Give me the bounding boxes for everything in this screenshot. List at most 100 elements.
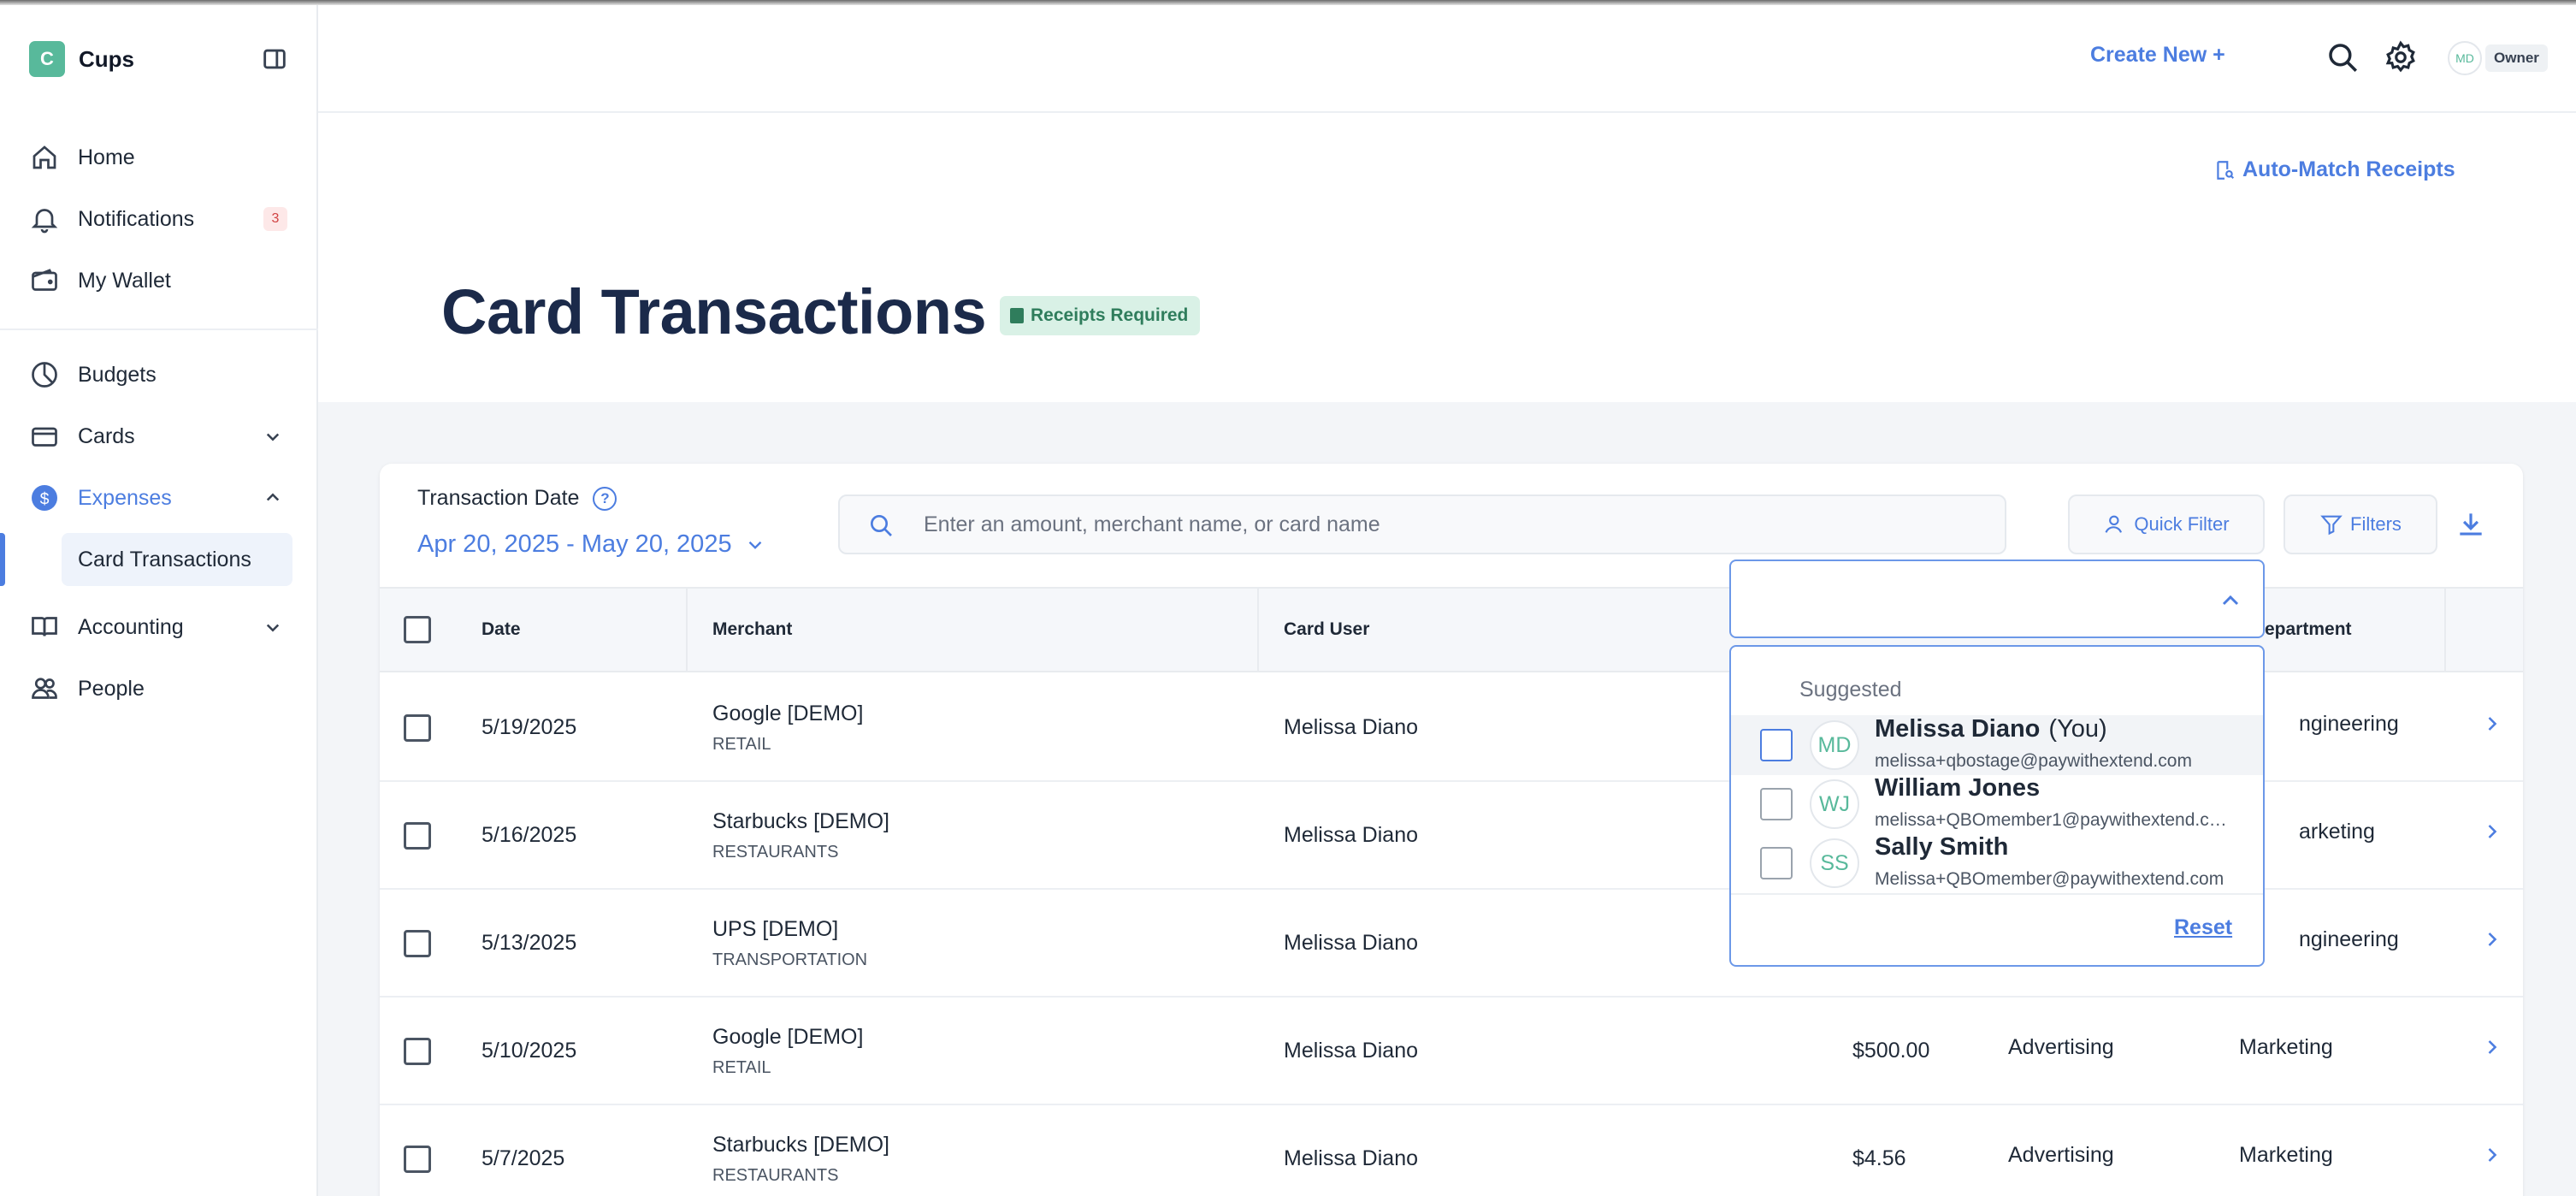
option-checkbox[interactable] <box>1760 788 1793 820</box>
sidebar-item-expenses[interactable]: $ Expenses <box>0 467 318 529</box>
search-icon[interactable] <box>2325 39 2360 75</box>
sidebar-item-home[interactable]: Home <box>0 127 318 188</box>
filters-button[interactable]: Filters <box>2284 494 2437 554</box>
create-new-button[interactable]: Create New + <box>2090 43 2225 68</box>
department-cell: Marketing <box>2239 1143 2333 1167</box>
merchant-name: Starbucks [DEMO] <box>712 1133 889 1157</box>
option-checkbox[interactable] <box>1760 729 1793 761</box>
filters-label: Filters <box>2350 513 2402 535</box>
row-checkbox[interactable] <box>404 714 431 742</box>
avatar[interactable]: MD <box>2448 41 2482 75</box>
avatar: WJ <box>1810 779 1859 829</box>
home-icon <box>32 145 56 169</box>
column-header-merchant[interactable]: Merchant <box>712 619 792 640</box>
sidebar-item-accounting[interactable]: Accounting <box>0 596 318 658</box>
transaction-date-text: Transaction Date <box>417 486 580 510</box>
date-cell: 5/7/2025 <box>482 1146 565 1170</box>
chevron-right-icon[interactable] <box>2480 712 2504 736</box>
merchant-category: RESTAURANTS <box>712 843 839 861</box>
chevron-up-icon <box>266 493 280 501</box>
date-range-picker[interactable]: Apr 20, 2025 - May 20, 2025 <box>417 530 766 559</box>
card-user-dropdown: Suggested MD Melissa Diano (You) melissa+… <box>1729 645 2265 967</box>
sidebar-item-cards[interactable]: Cards <box>0 406 318 467</box>
sidebar-item-label: Expenses <box>78 485 172 510</box>
merchant-cell: UPS [DEMO] TRANSPORTATION <box>712 917 867 970</box>
sidebar-item-people[interactable]: People <box>0 658 318 719</box>
dropdown-option-sally-smith[interactable]: SS Sally Smith Melissa+QBOmember@paywith… <box>1731 833 2263 893</box>
chevron-right-icon[interactable] <box>2480 1143 2504 1167</box>
row-checkbox[interactable] <box>404 1038 431 1065</box>
search-input[interactable] <box>924 505 1984 544</box>
top-header <box>318 0 2576 113</box>
date-cell: 5/19/2025 <box>482 715 577 739</box>
row-checkbox[interactable] <box>404 930 431 957</box>
role-badge: Owner <box>2485 44 2548 72</box>
pie-chart-icon <box>32 362 57 388</box>
bell-icon <box>31 209 58 234</box>
card-user-cell: Melissa Diano <box>1284 931 1419 955</box>
receipt-search-icon <box>2217 160 2235 180</box>
chevron-right-icon[interactable] <box>2480 927 2504 951</box>
sidebar-item-card-transactions[interactable]: Card Transactions <box>62 533 292 586</box>
chevron-right-icon[interactable] <box>2480 1035 2504 1059</box>
merchant-cell: Google [DEMO] RETAIL <box>712 1025 863 1078</box>
column-header-card-user[interactable]: Card User <box>1284 619 1369 640</box>
table-row[interactable]: 5/10/2025 Google [DEMO] RETAIL Melissa Di… <box>380 998 2523 1105</box>
chevron-down-icon <box>266 433 280 441</box>
table-row[interactable]: 5/7/2025 Starbucks [DEMO] RESTAURANTS Mel… <box>380 1105 2523 1196</box>
sidebar-item-label: People <box>78 676 145 701</box>
sidebar-item-label: Budgets <box>78 362 157 387</box>
search-icon <box>871 515 892 536</box>
sidebar-toggle-icon[interactable] <box>260 44 289 74</box>
download-icon[interactable] <box>2455 508 2487 541</box>
sidebar-item-label: Home <box>78 145 135 169</box>
card-user-cell: Melissa Diano <box>1284 715 1419 739</box>
brand-name: Cups <box>79 45 134 72</box>
reset-button[interactable]: Reset <box>2174 915 2232 940</box>
merchant-name: Google [DEMO] <box>712 1025 864 1049</box>
select-all-checkbox[interactable] <box>404 616 431 643</box>
sidebar-item-my-wallet[interactable]: My Wallet <box>0 250 318 311</box>
column-separator <box>1257 589 1259 671</box>
amount-cell: $500.00 <box>1852 1039 1930 1063</box>
merchant-name: Google [DEMO] <box>712 702 864 725</box>
date-range-value: Apr 20, 2025 - May 20, 2025 <box>417 530 732 558</box>
option-name: Sally Smith <box>1875 833 2009 861</box>
dropdown-option-melissa-diano[interactable]: MD Melissa Diano (You) melissa+qbostage@p… <box>1731 715 2263 775</box>
sidebar-item-notifications[interactable]: Notifications 3 <box>0 188 318 250</box>
help-icon[interactable]: ? <box>593 486 617 511</box>
date-cell: 5/16/2025 <box>482 823 577 847</box>
merchant-cell: Starbucks [DEMO] RESTAURANTS <box>712 809 889 862</box>
department-cell: arketing <box>2299 820 2375 844</box>
receipts-required-badge: Receipts Required <box>1000 296 1201 335</box>
credit-card-icon <box>32 427 57 447</box>
chevron-down-icon <box>748 541 761 549</box>
active-indicator <box>0 533 5 586</box>
transaction-search[interactable] <box>838 494 2006 554</box>
column-separator <box>2444 589 2446 671</box>
book-icon <box>32 617 57 636</box>
card-user-cell: Melissa Diano <box>1284 1146 1419 1170</box>
quick-filter-button[interactable]: Quick Filter <box>2068 494 2265 554</box>
gear-icon[interactable] <box>2383 39 2419 75</box>
merchant-cell: Starbucks [DEMO] RESTAURANTS <box>712 1133 889 1186</box>
nav-divider <box>0 329 318 330</box>
page-title: Card Transactions <box>441 276 987 347</box>
option-checkbox[interactable] <box>1760 847 1793 879</box>
column-header-department[interactable]: epartment <box>2265 619 2352 640</box>
brand[interactable]: C Cups <box>29 41 134 77</box>
transaction-date-label: Transaction Date ? <box>417 486 617 511</box>
sidebar-item-budgets[interactable]: Budgets <box>0 344 318 406</box>
row-checkbox[interactable] <box>404 1146 431 1173</box>
option-email: Melissa+QBOmember@paywithextend.com <box>1875 869 2224 889</box>
merchant-name: UPS [DEMO] <box>712 917 839 941</box>
auto-match-label: Auto-Match Receipts <box>2242 157 2455 181</box>
auto-match-receipts-button[interactable]: Auto-Match Receipts <box>2213 157 2455 182</box>
row-checkbox[interactable] <box>404 822 431 850</box>
column-header-date[interactable]: Date <box>482 619 521 640</box>
filter-icon <box>2320 515 2343 536</box>
card-user-filter-select[interactable] <box>1729 560 2265 638</box>
chevron-right-icon[interactable] <box>2480 820 2504 844</box>
dropdown-option-william-jones[interactable]: WJ William Jones melissa+QBOmember1@payw… <box>1731 774 2263 834</box>
sidebar-item-label: Notifications <box>78 206 195 231</box>
